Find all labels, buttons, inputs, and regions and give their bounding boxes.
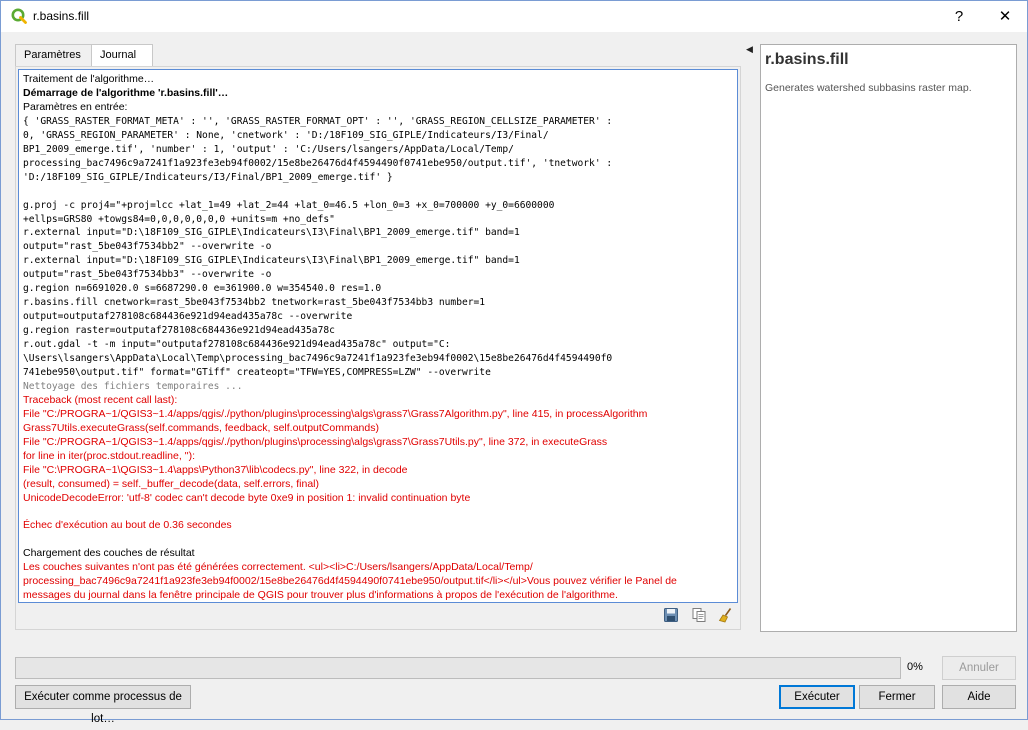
log-line: \Users\lsangers\AppData\Local\Temp\proce…	[23, 353, 613, 365]
journal-panel: Traitement de l'algorithme… Démarrage de …	[15, 66, 741, 630]
log-line: processing_bac7496c9a7241f1a923fe3eb94f0…	[23, 157, 613, 169]
log-line: { 'GRASS_RASTER_FORMAT_META' : '', 'GRAS…	[23, 115, 613, 127]
log-line: UnicodeDecodeError: 'utf-8' codec can't …	[23, 491, 471, 504]
help-title: r.basins.fill	[765, 51, 849, 68]
log-line: g.proj -c proj4="+proj=lcc +lat_1=49 +la…	[23, 199, 555, 211]
log-line: g.region n=6691020.0 s=6687290.0 e=36190…	[23, 283, 382, 295]
log-line: processing_bac7496c9a7241f1a923fe3eb94f0…	[23, 575, 677, 588]
dialog-window: r.basins.fill ? ✕ Paramètres Journal Tra…	[0, 0, 1028, 725]
log-line: BP1_2009_emerge.tif', 'number' : 1, 'out…	[23, 143, 514, 155]
log-line: g.region raster=outputaf278108c684436e92…	[23, 325, 335, 337]
title-bar: r.basins.fill ? ✕	[1, 1, 1027, 32]
log-line: File "C:\PROGRA~1\QGIS3~1.4\apps\Python3…	[23, 463, 408, 476]
log-line: output=outputaf278108c684436e921d94ead43…	[23, 311, 353, 323]
log-line: (result, consumed) = self._buffer_decode…	[23, 477, 319, 490]
log-line: Traceback (most recent call last):	[23, 393, 178, 406]
qgis-logo-icon	[11, 8, 27, 24]
run-button[interactable]: Exécuter	[779, 685, 855, 709]
save-icon[interactable]	[663, 607, 679, 623]
log-line: r.out.gdal -t -m input="outputaf278108c6…	[23, 339, 451, 351]
log-toolbar	[655, 607, 734, 625]
help-button[interactable]: Aide	[942, 685, 1016, 709]
log-line: 'D:/18F109_SIG_GIPLE/Indicateurs/I3/Fina…	[23, 171, 393, 183]
log-line: Les couches suivantes n'ont pas été géné…	[23, 561, 533, 574]
log-line: Nettoyage des fichiers temporaires ...	[23, 380, 243, 392]
log-line: output="rast_5be043f7534bb2" --overwrite…	[23, 241, 272, 253]
broom-icon[interactable]	[718, 607, 734, 623]
help-panel: r.basins.fill Generates watershed subbas…	[760, 44, 1017, 632]
progress-bar	[15, 657, 901, 679]
tab-parametres[interactable]: Paramètres	[15, 44, 92, 66]
log-line: Grass7Utils.executeGrass(self.commands, …	[23, 421, 379, 434]
log-lines: Traitement de l'algorithme… Démarrage de …	[19, 70, 737, 602]
log-line: Échec d'exécution au bout de 0.36 second…	[23, 519, 232, 532]
log-line: File "C:/PROGRA~1/QGIS3~1.4/apps/qgis/./…	[23, 407, 648, 420]
log-line: Chargement des couches de résultat	[23, 547, 195, 560]
log-line: r.external input="D:\18F109_SIG_GIPLE\In…	[23, 227, 520, 239]
log-line: +ellps=GRS80 +towgs84=0,0,0,0,0,0,0 +uni…	[23, 213, 335, 225]
log-line: 741ebe950\output.tif" format="GTiff" cre…	[23, 367, 491, 378]
copy-icon[interactable]	[691, 607, 707, 623]
tab-journal[interactable]: Journal	[91, 44, 153, 67]
window-title: r.basins.fill	[33, 9, 90, 23]
context-help-button[interactable]: ?	[937, 1, 981, 32]
batch-process-button[interactable]: Exécuter comme processus de lot…	[15, 685, 191, 725]
log-line: 0, 'GRASS_REGION_PARAMETER' : None, 'cne…	[23, 129, 549, 141]
triangle-left-icon[interactable]: ◀	[746, 44, 753, 55]
close-window-button[interactable]: ✕	[983, 1, 1027, 32]
log-line: messages du journal dans la fenêtre prin…	[23, 589, 618, 602]
help-description: Generates watershed subbasins raster map…	[765, 82, 972, 94]
log-line: r.external input="D:\18F109_SIG_GIPLE\In…	[23, 255, 520, 267]
log-line: Démarrage de l'algorithme 'r.basins.fill…	[23, 86, 229, 99]
progress-label: 0%	[907, 661, 923, 673]
log-line: Traitement de l'algorithme…	[23, 73, 155, 85]
log-line: output="rast_5be043f7534bb3" --overwrite…	[23, 269, 272, 281]
log-line: r.basins.fill cnetwork=rast_5be043f7534b…	[23, 297, 486, 309]
cancel-button[interactable]: Annuler	[942, 656, 1016, 680]
log-line: for line in iter(proc.stdout.readline, '…	[23, 449, 196, 462]
log-line: File "C:/PROGRA~1/QGIS3~1.4/apps/qgis/./…	[23, 435, 608, 448]
log-line: Paramètres en entrée:	[23, 100, 128, 113]
close-button[interactable]: Fermer	[859, 685, 935, 709]
log-view[interactable]: Traitement de l'algorithme… Démarrage de …	[18, 69, 738, 603]
